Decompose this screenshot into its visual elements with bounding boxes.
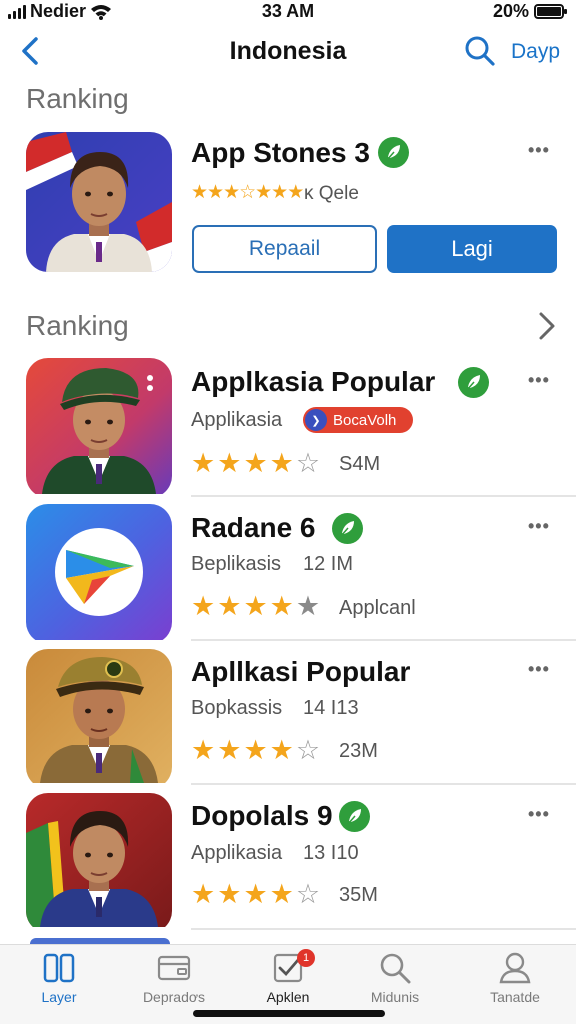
more-button-featured[interactable]: ••• <box>528 140 550 161</box>
search-icon[interactable] <box>464 35 496 67</box>
divider <box>191 783 576 785</box>
star-outline-icon: ☆ <box>295 879 321 909</box>
category-badge: ❯ BocaVolh <box>303 407 413 433</box>
verified-icon <box>332 513 363 544</box>
app-secondary-text: Applcanl <box>339 597 416 619</box>
app-count: 12 IM <box>303 553 354 575</box>
chevron-right-icon[interactable] <box>536 310 558 342</box>
app-icon[interactable] <box>26 358 172 498</box>
more-button[interactable]: ••• <box>528 516 550 537</box>
featured-rating-suffix: ĸ Qele <box>304 183 359 204</box>
star-icon: ★ <box>243 879 268 909</box>
search-icon <box>380 953 411 984</box>
battery-icon <box>534 4 567 19</box>
star-icon: ★ <box>243 448 268 478</box>
app-category: Applikasia <box>191 842 283 864</box>
divider <box>191 928 576 930</box>
app-icon-featured[interactable] <box>26 132 172 272</box>
app-name[interactable]: Dopolals 9 <box>191 800 333 832</box>
more-button[interactable]: ••• <box>528 804 550 825</box>
badge-icon: ❯ <box>305 409 327 431</box>
tab-apklen[interactable]: 1 Apklen <box>233 949 343 1011</box>
apps-icon <box>43 953 75 983</box>
more-button[interactable]: ••• <box>528 370 550 391</box>
status-bar: Nedier 33 AM 20% <box>0 0 576 24</box>
star-icon: ★ <box>269 879 294 909</box>
app-name[interactable]: Apllkasi Popular <box>191 656 410 688</box>
star-icon: ★ <box>217 448 242 478</box>
person-icon <box>499 952 531 984</box>
star-icon: ★ <box>217 735 242 765</box>
divider <box>191 639 576 641</box>
more-button[interactable]: ••• <box>528 659 550 680</box>
app-name[interactable]: Applkasia Popular <box>191 366 435 398</box>
rating-stars: ★ ★ ★ ★ ★ <box>191 591 320 622</box>
app-category: Beplikasis <box>191 553 282 575</box>
app-size: 35M <box>339 884 378 906</box>
tab-label: Apklen <box>266 989 310 1005</box>
star-icon: ★ <box>217 879 242 909</box>
app-icon[interactable] <box>26 504 172 644</box>
app-size: 23M <box>339 740 378 762</box>
divider <box>191 495 576 497</box>
secondary-action-button[interactable]: Repaail <box>192 225 377 273</box>
home-indicator[interactable] <box>193 1010 385 1017</box>
verified-icon <box>339 801 370 832</box>
star-icon: ★ <box>243 591 268 621</box>
star-outline-icon: ☆ <box>295 735 321 765</box>
rating-stars: ★ ★ ★ ★ ☆ <box>191 735 320 766</box>
tab-midunis[interactable]: Midunis <box>340 951 450 1011</box>
tab-label: Tanatde <box>490 989 540 1005</box>
wallet-icon <box>157 955 191 981</box>
verified-icon <box>458 367 489 398</box>
tab-label: Depradơs <box>142 989 206 1005</box>
badge-label: BocaVolh <box>333 411 397 429</box>
battery-percent: 20% <box>492 1 529 21</box>
featured-rating-stars: ★★★☆★★★ <box>191 182 304 203</box>
app-count: 13 I10 <box>303 842 359 864</box>
app-category: Applikasia <box>191 409 283 431</box>
nav-right-button[interactable]: Dayp <box>511 40 560 64</box>
star-icon: ★ <box>269 591 294 621</box>
star-outline-icon: ☆ <box>295 448 321 478</box>
verified-icon <box>378 137 409 168</box>
section-title-ranking: Ranking <box>26 310 129 341</box>
app-icon[interactable] <box>26 649 172 789</box>
tab-depradas[interactable]: Depradơs <box>119 951 229 1011</box>
tab-label: Midunis <box>370 989 420 1005</box>
rating-stars: ★ ★ ★ ★ ☆ <box>191 879 320 910</box>
star-icon: ★ <box>243 735 268 765</box>
chevron-left-icon[interactable] <box>16 36 46 66</box>
app-size: S4M <box>339 453 381 475</box>
app-count: 14 I13 <box>303 697 359 719</box>
star-icon: ★ <box>191 879 216 909</box>
section-title-featured: Ranking <box>26 83 129 114</box>
status-right: 20% <box>492 1 567 22</box>
star-icon: ★ <box>191 448 216 478</box>
rating-stars: ★ ★ ★ ★ ☆ <box>191 448 320 479</box>
star-icon: ★ <box>269 448 294 478</box>
star-icon: ★ <box>295 591 321 621</box>
app-name[interactable]: Radane 6 <box>191 512 316 544</box>
status-time: 33 AM <box>261 1 315 21</box>
tab-label: Layer <box>41 989 77 1005</box>
primary-action-button[interactable]: Lagi <box>387 225 557 273</box>
nav-bar: Indonesia Dayp <box>0 28 576 76</box>
app-category: Bopkassis <box>191 697 283 719</box>
app-icon[interactable] <box>26 793 172 933</box>
star-icon: ★ <box>217 591 242 621</box>
star-icon: ★ <box>191 735 216 765</box>
tab-tanatde[interactable]: Tanatde <box>460 951 570 1011</box>
tab-layer[interactable]: Layer <box>4 951 114 1011</box>
app-name-featured[interactable]: App Stones 3 <box>191 137 370 169</box>
star-icon: ★ <box>191 591 216 621</box>
star-icon: ★ <box>269 735 294 765</box>
notification-badge: 1 <box>297 949 315 967</box>
